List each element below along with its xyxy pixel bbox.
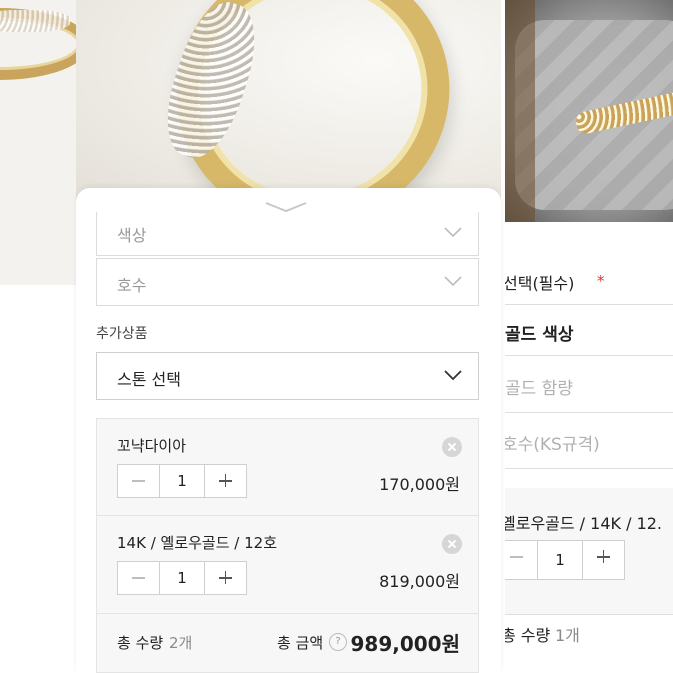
item-price: 819,000원 [379, 572, 460, 591]
chevron-down-icon [444, 276, 462, 287]
quantity-value[interactable]: 1 [159, 562, 205, 594]
cart-item-addon: 꼬냑다이아 1 170,000원 [96, 418, 479, 516]
product-photo-box [505, 0, 673, 222]
total-qty-value: 2개 [169, 634, 193, 652]
size-select-label: 호수 [117, 276, 147, 295]
quantity-value[interactable]: 1 [159, 465, 205, 497]
remove-icon[interactable] [442, 437, 462, 457]
selected-item: 옐로우골드 / 14K / 12. 1 [505, 488, 673, 614]
addon-heading: 추가상품 [96, 326, 148, 342]
required-mark: * [597, 272, 605, 290]
item-name: 14K / 옐로우골드 / 12호 [117, 534, 277, 552]
product-photo-main [76, 0, 501, 200]
total-amount: 989,000원 [350, 632, 461, 656]
decrease-button[interactable] [505, 541, 537, 579]
total-amount-label: 총 금액 [277, 634, 324, 652]
divider [505, 304, 673, 305]
stone-select-label: 스톤 선택 [117, 370, 181, 389]
option-title: 선택(필수) [505, 274, 575, 293]
chevron-down-icon [444, 370, 462, 381]
option-sheet-right: 선택(필수) * 골드 색상 골드 함량 호수(KS규격) 옐로우골드 / 14… [505, 228, 673, 673]
size-option[interactable]: 호수(KS규격) [505, 430, 600, 455]
product-photo-left [0, 0, 76, 285]
divider [505, 614, 673, 615]
item-price: 170,000원 [379, 475, 460, 494]
remove-icon[interactable] [442, 534, 462, 554]
total-qty-label: 총 수량 [117, 634, 164, 652]
gold-purity-option[interactable]: 골드 함량 [505, 374, 573, 399]
stone-select[interactable]: 스톤 선택 [96, 352, 479, 400]
decrease-button[interactable] [118, 465, 159, 497]
total-summary: 총 수량 2개 총 금액 ? 989,000원 [96, 614, 479, 673]
photo-shadow [505, 0, 535, 222]
color-select-label: 색상 [117, 226, 147, 245]
cart-item-ring: 14K / 옐로우골드 / 12호 1 819,000원 [96, 516, 479, 614]
help-icon[interactable]: ? [329, 633, 347, 651]
item-name: 옐로우골드 / 14K / 12. [505, 514, 663, 533]
gold-color-option[interactable]: 골드 색상 [505, 320, 573, 345]
divider [505, 355, 673, 356]
item-name: 꼬냑다이아 [117, 437, 187, 455]
increase-button[interactable] [205, 465, 246, 497]
increase-button[interactable] [205, 562, 246, 594]
chevron-down-icon [444, 227, 462, 238]
divider [505, 412, 673, 413]
quantity-stepper: 1 [117, 561, 247, 595]
quantity-value[interactable]: 1 [537, 541, 583, 579]
total-qty-label: 총 수량 [505, 626, 551, 645]
quantity-stepper: 1 [117, 464, 247, 498]
increase-button[interactable] [583, 541, 624, 579]
total-qty-value: 1개 [555, 626, 580, 645]
divider [505, 468, 673, 469]
diamond-pave [0, 10, 70, 32]
quantity-stepper: 1 [505, 540, 625, 580]
size-select[interactable]: 호수 [96, 258, 479, 306]
color-select[interactable]: 색상 [96, 212, 479, 256]
decrease-button[interactable] [118, 562, 159, 594]
